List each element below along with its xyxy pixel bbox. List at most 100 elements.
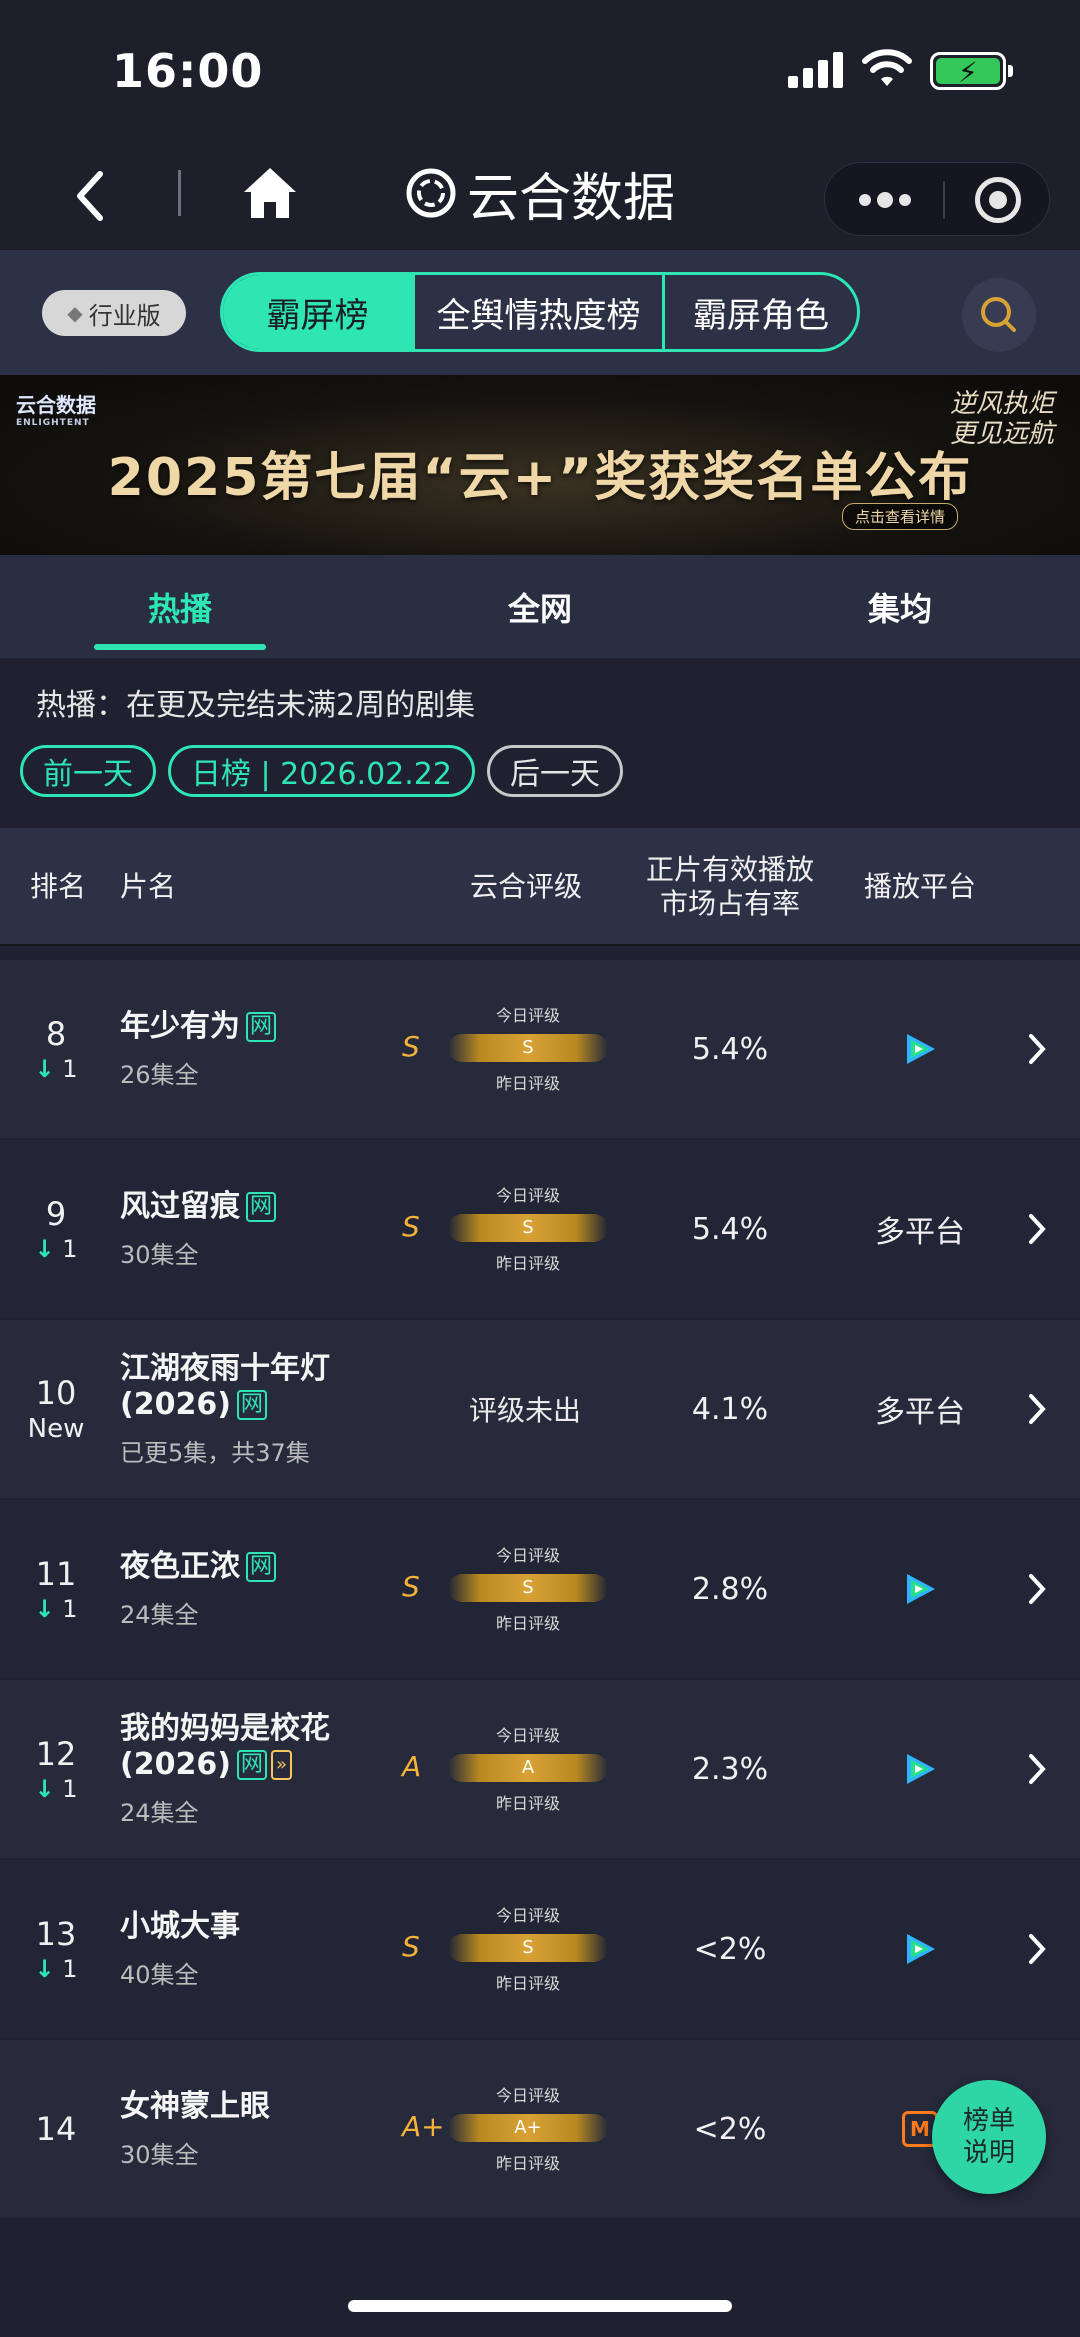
market-share: 5.4% [691,1211,769,1247]
table-row[interactable]: 9 ↓ 1 风过留痕网 30集全 S 今日评级 S 昨日评级 5.4% 多平台 [0,1140,1080,1318]
next-day-button[interactable]: 后一天 [486,745,623,797]
search-button[interactable] [962,278,1036,352]
show-title: 年少有为网 [120,1009,410,1045]
banner-title: 2025第七届“云+”奖获奖名单公布 [107,448,973,508]
banner-cta[interactable]: 点击查看详情 [842,503,959,530]
title-cell: 江湖夜雨十年灯 (2026) 网 已更5集，共37集 [120,1320,410,1498]
episode-info: 已更5集，共37集 [120,1438,310,1467]
search-icon [981,297,1016,332]
rating-yesterday-label: 昨日评级 [495,2154,560,2173]
date-picker[interactable]: 日榜 | 2026.02.22 [168,745,475,797]
chevron-right-icon[interactable] [1025,1572,1049,1606]
tencent-video-icon [907,1034,935,1064]
rating-yesterday-label: 昨日评级 [495,1794,560,1813]
table-row[interactable]: 12 ↓ 1 我的妈妈是校花 (2026) 网» 24集全 A 今日评级 A 昨日评… [0,1680,1080,1858]
tencent-video-icon [907,1754,935,1784]
market-share: 2.8% [691,1571,769,1607]
home-icon[interactable] [240,164,300,222]
title-cell: 小城大事 40集全 [120,1860,410,2038]
ranking-explanation-button[interactable]: 榜单 说明 [932,2080,1046,2194]
rating-cell: A+ 今日评级 A+ 昨日评级 [390,2040,620,2218]
rating-yesterday-label: 昨日评级 [495,1974,560,1993]
header-rank: 排名 [30,870,87,903]
more-icon[interactable] [855,183,915,217]
table-row[interactable]: 8 ↓ 1 年少有为网 26集全 S 今日评级 S 昨日评级 5.4% [0,960,1080,1138]
rank-change: ↓ 1 [34,1955,78,1983]
rating-letter: S [402,1030,420,1063]
market-share: 5.4% [691,1031,769,1067]
episode-info: 40集全 [120,1960,199,1989]
back-arrow-icon[interactable] [70,168,110,224]
episode-info: 26集全 [120,1060,199,1089]
cellular-signal-icon [788,52,844,88]
rank-change: ↓ 1 [34,1775,78,1803]
tab-top-roles[interactable]: 霸屏角色 [665,275,857,349]
promo-banner[interactable]: 云合数据 ENLIGHTENT 2025第七届“云+”奖获奖名单公布 点击查看详… [0,375,1080,555]
rating-letter: S [402,1930,420,1963]
banner-logo: 云合数据 ENLIGHTENT [16,393,96,428]
rank-number: 11 [35,1555,77,1593]
rating-cell: S 今日评级 S 昨日评级 [390,1140,620,1318]
tab-public-opinion-heat[interactable]: 全舆情热度榜 [415,275,665,349]
rank-change: ↓ 1 [34,1235,78,1263]
episode-info: 30集全 [120,1240,199,1269]
table-row[interactable]: 10 New 江湖夜雨十年灯 (2026) 网 已更5集，共37集 评级未出 4.1… [0,1320,1080,1498]
status-bar: 16:00 ⚡ [0,0,1080,140]
show-title: 江湖夜雨十年灯 (2026) 网 [120,1350,330,1422]
table-row[interactable]: 13 ↓ 1 小城大事 40集全 S 今日评级 S 昨日评级 <2% [0,1860,1080,2038]
platform-cell [840,1680,1000,1858]
banner-slogan: 逆风执炬 更见远航 [950,389,1055,449]
nav-divider [178,170,181,216]
chevron-right-icon[interactable] [1025,1212,1049,1246]
tab-hot[interactable]: 热播 [0,555,360,658]
down-arrow-icon: ↓ [34,1595,55,1623]
episode-info: 24集全 [120,1600,199,1629]
ranking-description: 热播：在更及完结未满2周的剧集 [36,688,476,723]
close-mini-program-icon[interactable] [975,177,1021,223]
chevron-right-icon[interactable] [1025,1392,1049,1426]
episode-info: 24集全 [120,1798,199,1827]
edition-badge[interactable]: ◆ 行业版 [42,290,186,336]
prev-day-button[interactable]: 前一天 [20,745,156,797]
rank-number: 10 [35,1374,77,1412]
rating-pending: 评级未出 [468,1394,581,1427]
date-navigator: 前一天 日榜 | 2026.02.22 后一天 [20,745,623,797]
new-entry-label: New [27,1414,85,1444]
rating-yesterday-label: 昨日评级 [495,1074,560,1093]
chevron-right-icon[interactable] [1025,1752,1049,1786]
chevron-right-icon[interactable] [1025,1032,1049,1066]
tab-per-episode[interactable]: 集均 [720,555,1080,658]
title-cell: 夜色正浓网 24集全 [120,1500,410,1678]
table-row[interactable]: 11 ↓ 1 夜色正浓网 24集全 S 今日评级 S 昨日评级 2.8% [0,1500,1080,1678]
rating-marker: A [521,1757,535,1778]
mini-program-capsule [824,162,1050,236]
tab-bapingbang[interactable]: 霸屏榜 [223,275,415,349]
fast-forward-badge: » [270,1750,292,1780]
header-title: 片名 [120,870,177,903]
platform-cell [840,1500,1000,1678]
rank-number: 13 [35,1915,77,1953]
title-cell: 年少有为网 26集全 [120,960,410,1138]
title-cell: 我的妈妈是校花 (2026) 网» 24集全 [120,1680,410,1858]
tencent-video-icon [907,1934,935,1964]
battery-charging-icon: ⚡ [930,52,1013,90]
platform-cell [840,960,1000,1138]
table-row[interactable]: 14 女神蒙上眼 30集全 A+ 今日评级 A+ 昨日评级 <2% M [0,2040,1080,2218]
app-title: 云合数据 [467,168,676,229]
rank-cell: 10 New [20,1320,92,1498]
rating-marker: S [522,1577,534,1598]
rating-letter: A+ [402,2110,445,2143]
platform-label: 多平台 [875,1215,965,1250]
tab-all-network[interactable]: 全网 [360,555,720,658]
home-indicator [348,2300,732,2312]
rating-today-label: 今日评级 [495,1006,560,1025]
chevron-right-icon[interactable] [1025,1932,1049,1966]
network-drama-badge: 网 [236,1750,267,1780]
rating-yesterday-label: 昨日评级 [495,1614,560,1633]
show-title: 风过留痕网 [120,1189,410,1225]
rating-cell: S 今日评级 S 昨日评级 [390,1500,620,1678]
rank-cell: 14 [20,2040,92,2218]
status-time: 16:00 [112,44,264,98]
rank-cell: 12 ↓ 1 [20,1680,92,1858]
tencent-video-icon [907,1574,935,1604]
